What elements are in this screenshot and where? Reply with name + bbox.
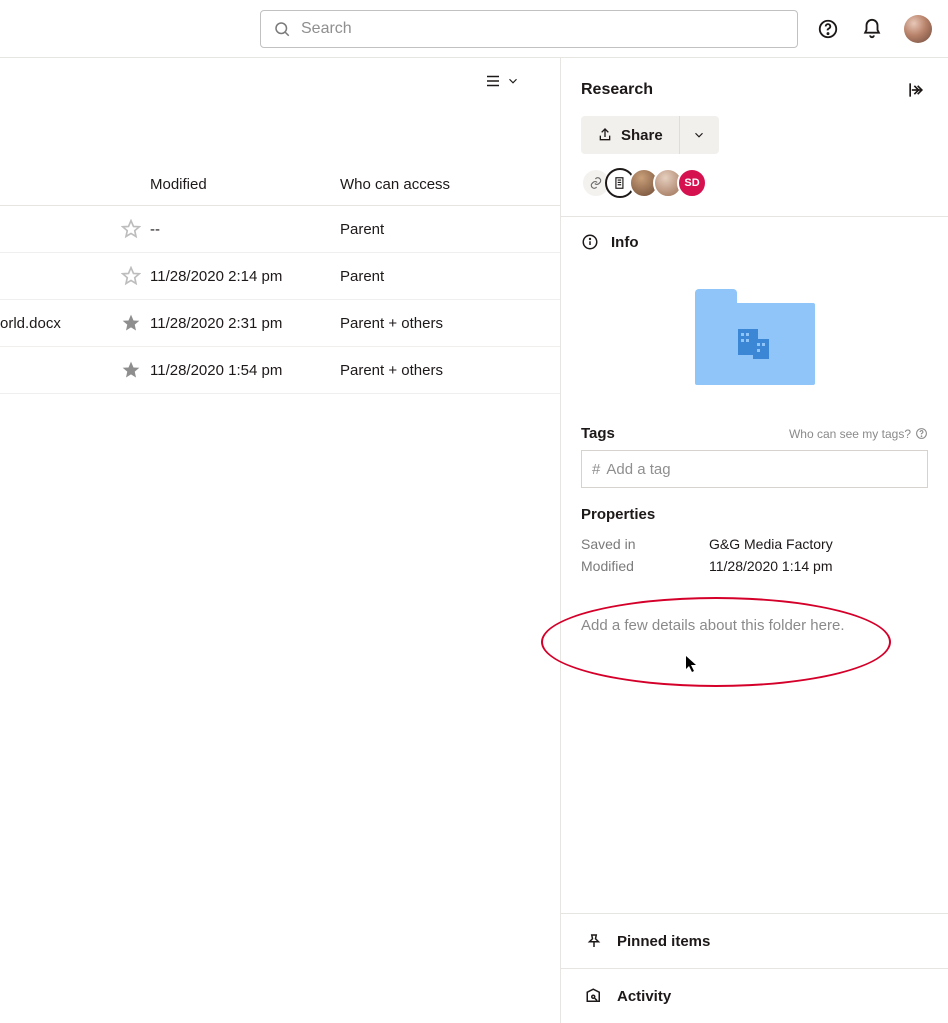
details-input[interactable]: Add a few details about this folder here… (581, 617, 928, 634)
tags-visibility-hint[interactable]: Who can see my tags? (789, 427, 928, 441)
tags-label: Tags (581, 425, 615, 442)
share-button[interactable]: Share (581, 116, 679, 154)
tag-input[interactable]: # (581, 450, 928, 488)
column-modified[interactable]: Modified (150, 176, 340, 193)
search-icon (273, 20, 291, 38)
table-header: Modified Who can access (0, 176, 560, 206)
view-toggle[interactable] (484, 72, 520, 90)
list-view-icon (484, 72, 502, 90)
annotation-ellipse (541, 597, 891, 687)
chevron-down-icon (692, 128, 706, 142)
info-section-header: Info (561, 217, 948, 259)
pin-icon (585, 932, 603, 950)
saved-in-label: Saved in (581, 536, 709, 552)
user-avatar[interactable] (904, 15, 932, 43)
top-bar (0, 0, 948, 58)
file-list-pane: Modified Who can access -- Parent 11/28/… (0, 58, 560, 1023)
bell-icon[interactable] (860, 17, 884, 41)
collaborator-badge[interactable]: SD (677, 168, 707, 198)
modified-label: Modified (581, 558, 709, 574)
expand-icon[interactable] (904, 78, 928, 102)
panel-title: Research (581, 81, 904, 99)
star-icon[interactable] (112, 266, 150, 286)
details-panel: Research Share (560, 58, 948, 1023)
star-icon[interactable] (112, 360, 150, 380)
chevron-down-icon (506, 74, 520, 88)
modified-value: 11/28/2020 1:14 pm (709, 558, 833, 574)
star-icon[interactable] (112, 313, 150, 333)
search-input[interactable] (301, 20, 785, 38)
table-row[interactable]: orld.docx 11/28/2020 2:31 pm Parent + ot… (0, 300, 560, 347)
table-row[interactable]: -- Parent (0, 206, 560, 253)
activity-section[interactable]: Activity (561, 968, 948, 1023)
tag-input-field[interactable] (606, 461, 917, 478)
column-access[interactable]: Who can access (340, 176, 560, 193)
activity-icon (585, 987, 603, 1005)
search-field[interactable] (260, 10, 798, 48)
help-icon[interactable] (816, 17, 840, 41)
cursor-icon (685, 655, 699, 673)
pinned-items-section[interactable]: Pinned items (561, 913, 948, 968)
access-row: SD (561, 168, 948, 216)
table-row[interactable]: 11/28/2020 2:14 pm Parent (0, 253, 560, 300)
table-row[interactable]: 11/28/2020 1:54 pm Parent + others (0, 347, 560, 394)
folder-icon (695, 289, 815, 385)
info-icon (581, 233, 599, 251)
folder-preview (561, 259, 948, 425)
share-icon (597, 127, 613, 143)
properties-label: Properties (581, 506, 928, 523)
star-icon[interactable] (112, 219, 150, 239)
saved-in-value[interactable]: G&G Media Factory (709, 536, 833, 552)
share-dropdown-button[interactable] (679, 116, 719, 154)
hash-icon: # (592, 461, 600, 478)
